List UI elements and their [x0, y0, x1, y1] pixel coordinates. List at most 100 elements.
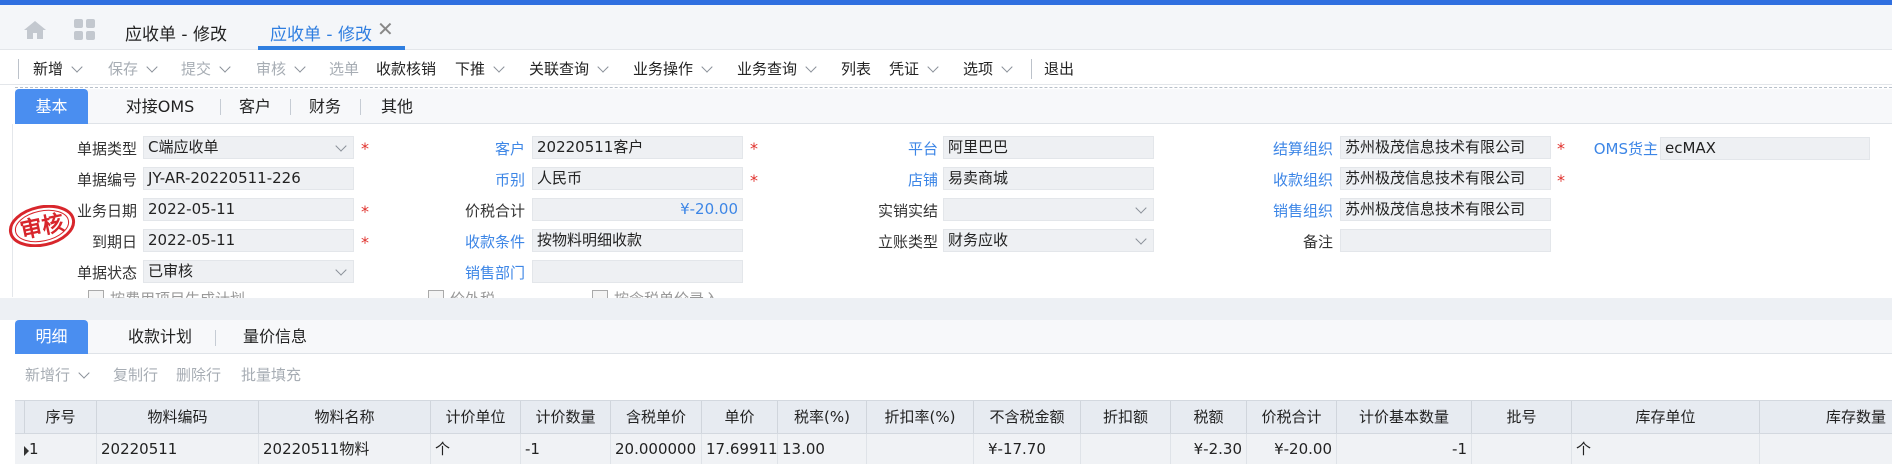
- copy-row-button[interactable]: 复制行: [113, 364, 158, 385]
- col-tax-incl-price[interactable]: 含税单价: [611, 401, 702, 433]
- cell-batch-no[interactable]: [1472, 434, 1572, 464]
- account-type-select[interactable]: 财务应收: [943, 229, 1154, 252]
- cell-base-qty[interactable]: -1: [1337, 434, 1472, 464]
- col-total[interactable]: 价税合计: [1247, 401, 1337, 433]
- chevron-down-icon[interactable]: [335, 140, 347, 152]
- select-doc-button[interactable]: 选单: [329, 58, 359, 79]
- settle-org-label[interactable]: 结算组织: [1250, 138, 1333, 159]
- cell-discount-amount[interactable]: [1081, 434, 1171, 464]
- due-date-field[interactable]: 2022-05-11: [143, 229, 354, 252]
- col-discount-amount[interactable]: 折扣额: [1081, 401, 1171, 433]
- plan-by-expense-checkbox[interactable]: [88, 290, 104, 298]
- tab-oms[interactable]: 对接OMS: [105, 89, 215, 124]
- list-button[interactable]: 列表: [841, 58, 871, 79]
- col-stock-unit[interactable]: 库存单位: [1572, 401, 1760, 433]
- cell-material-name[interactable]: 20220511物料: [259, 434, 431, 464]
- table-row[interactable]: 1 20220511 20220511物料 个 -1 20.000000 17.…: [15, 434, 1892, 464]
- customer-field[interactable]: 20220511客户: [532, 136, 743, 159]
- cell-discount-rate[interactable]: [867, 434, 974, 464]
- cell-stock-qty[interactable]: [1760, 434, 1892, 464]
- col-tax-amount[interactable]: 税额: [1171, 401, 1247, 433]
- business-operation-button[interactable]: 业务操作: [633, 58, 713, 79]
- chevron-down-icon[interactable]: [335, 264, 347, 276]
- chevron-down-icon[interactable]: [1135, 202, 1147, 214]
- currency-label[interactable]: 币别: [430, 169, 525, 190]
- voucher-button[interactable]: 凭证: [889, 58, 939, 79]
- col-batch-no[interactable]: 批号: [1472, 401, 1572, 433]
- col-material-name[interactable]: 物料名称: [259, 401, 431, 433]
- settle-org-field[interactable]: 苏州极茂信息技术有限公司: [1340, 136, 1551, 159]
- chevron-down-icon[interactable]: [294, 61, 306, 73]
- tab-qty-price-info[interactable]: 量价信息: [220, 320, 330, 354]
- currency-field[interactable]: 人民币: [532, 167, 743, 190]
- tab-customer[interactable]: 客户: [225, 89, 285, 124]
- cell-amount-excl-tax[interactable]: ¥-17.70: [974, 434, 1081, 464]
- chevron-down-icon[interactable]: [71, 61, 83, 73]
- tab-receivable-edit-2[interactable]: 应收单 - 修改: [270, 20, 372, 45]
- save-button[interactable]: 保存: [108, 58, 158, 79]
- customer-label[interactable]: 客户: [430, 138, 525, 159]
- close-tab-icon[interactable]: ✕: [377, 19, 394, 39]
- sales-org-label[interactable]: 销售组织: [1250, 200, 1333, 221]
- home-icon[interactable]: [22, 19, 48, 41]
- chevron-down-icon[interactable]: [219, 61, 231, 73]
- sales-dept-field[interactable]: [532, 260, 743, 283]
- biz-date-field[interactable]: 2022-05-11: [143, 198, 354, 221]
- oms-owner-label[interactable]: OMS货主: [1574, 138, 1658, 159]
- chevron-down-icon[interactable]: [1135, 233, 1147, 245]
- tab-other[interactable]: 其他: [367, 89, 427, 124]
- tab-finance[interactable]: 财务: [295, 89, 355, 124]
- terms-label[interactable]: 收款条件: [430, 231, 525, 252]
- extra-tax-checkbox[interactable]: [428, 290, 444, 298]
- actual-settle-select[interactable]: [943, 198, 1154, 221]
- delete-row-button[interactable]: 删除行: [176, 364, 221, 385]
- shop-field[interactable]: 易卖商城: [943, 167, 1154, 190]
- chevron-down-icon[interactable]: [701, 61, 713, 73]
- chevron-down-icon[interactable]: [78, 367, 90, 379]
- business-query-button[interactable]: 业务查询: [737, 58, 817, 79]
- status-select[interactable]: 已审核: [143, 260, 354, 283]
- col-stock-qty[interactable]: 库存数量: [1760, 401, 1892, 433]
- tab-receipt-plan[interactable]: 收款计划: [105, 320, 215, 354]
- options-button[interactable]: 选项: [963, 58, 1013, 79]
- platform-field[interactable]: 阿里巴巴: [943, 136, 1154, 159]
- chevron-down-icon[interactable]: [493, 61, 505, 73]
- cell-price-qty[interactable]: -1: [521, 434, 611, 464]
- cell-tax-rate[interactable]: 13.00: [778, 434, 867, 464]
- sales-org-field[interactable]: 苏州极茂信息技术有限公司: [1340, 198, 1551, 221]
- col-base-qty[interactable]: 计价基本数量: [1337, 401, 1472, 433]
- add-row-button[interactable]: 新增行: [25, 364, 90, 385]
- audit-button[interactable]: 审核: [256, 58, 306, 79]
- cell-unit-price[interactable]: 17.699115: [702, 434, 778, 464]
- total-field[interactable]: ¥-20.00: [532, 198, 743, 221]
- cell-stock-unit[interactable]: 个: [1572, 434, 1760, 464]
- col-tax-rate[interactable]: 税率(%): [778, 401, 867, 433]
- chevron-down-icon[interactable]: [1001, 61, 1013, 73]
- chevron-down-icon[interactable]: [597, 61, 609, 73]
- related-query-button[interactable]: 关联查询: [529, 58, 609, 79]
- platform-label[interactable]: 平台: [860, 138, 938, 159]
- chevron-down-icon[interactable]: [146, 61, 158, 73]
- receive-org-label[interactable]: 收款组织: [1250, 169, 1333, 190]
- shop-label[interactable]: 店铺: [860, 169, 938, 190]
- doc-type-select[interactable]: C端应收单: [143, 136, 354, 159]
- cell-tax-incl-price[interactable]: 20.000000: [611, 434, 702, 464]
- chevron-down-icon[interactable]: [927, 61, 939, 73]
- col-amount-excl-tax[interactable]: 不含税金额: [974, 401, 1081, 433]
- push-down-button[interactable]: 下推: [455, 58, 505, 79]
- col-seq[interactable]: 序号: [25, 401, 97, 433]
- tax-incl-price-checkbox[interactable]: [592, 290, 608, 298]
- doc-no-field[interactable]: JY-AR-20220511-226: [143, 167, 354, 190]
- cell-tax-amount[interactable]: ¥-2.30: [1171, 434, 1247, 464]
- tab-receivable-edit-1[interactable]: 应收单 - 修改: [125, 20, 227, 45]
- cell-total[interactable]: ¥-20.00: [1247, 434, 1337, 464]
- terms-field[interactable]: 按物料明细收款: [532, 229, 743, 252]
- exit-button[interactable]: 退出: [1044, 58, 1074, 79]
- new-button[interactable]: 新增: [33, 58, 83, 79]
- remark-field[interactable]: [1340, 229, 1551, 252]
- chevron-down-icon[interactable]: [805, 61, 817, 73]
- apps-grid-icon[interactable]: [73, 18, 97, 42]
- cell-material-code[interactable]: 20220511: [97, 434, 259, 464]
- tab-basic[interactable]: 基本: [15, 89, 88, 124]
- col-price-unit[interactable]: 计价单位: [431, 401, 521, 433]
